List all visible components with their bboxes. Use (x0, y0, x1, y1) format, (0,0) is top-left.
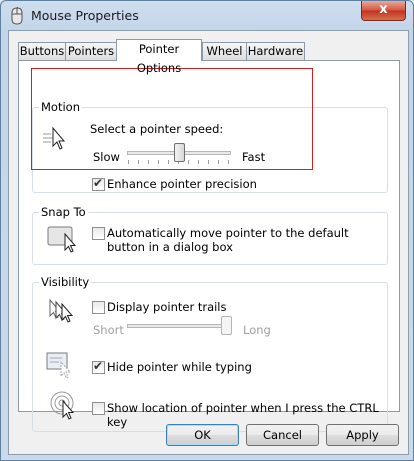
snap-to-group-label: Snap To (39, 205, 88, 219)
pointer-trails-checkbox[interactable]: ✔ (92, 301, 105, 314)
hide-pointer-checkbox[interactable]: ✔ (92, 359, 105, 374)
snap-to-checkbox[interactable]: ✔ (92, 227, 105, 240)
long-label: Long (243, 323, 271, 337)
motion-highlight-box (31, 68, 313, 170)
tab-wheel[interactable]: Wheel (202, 42, 247, 60)
snap-to-button-icon (47, 226, 77, 253)
trail-length-thumb[interactable] (221, 316, 232, 335)
enhance-precision-checkbox[interactable]: ✔ (92, 176, 105, 191)
trail-length-track (127, 324, 231, 328)
tab-hardware[interactable]: Hardware (246, 42, 305, 60)
visibility-group-label: Visibility (39, 275, 92, 289)
tab-pointer-options[interactable]: Pointer Options (116, 39, 202, 75)
show-location-checkbox[interactable]: ✔ (92, 402, 105, 415)
enhance-precision-label[interactable]: Enhance pointer precision (107, 177, 257, 191)
snap-to-label[interactable]: Automatically move pointer to the defaul… (107, 226, 377, 254)
close-icon: x (379, 2, 388, 17)
pointer-trails-icon (49, 298, 74, 323)
mouse-properties-window: Mouse Properties x Buttons Pointers Poin… (0, 0, 414, 461)
short-label: Short (93, 323, 124, 337)
pointer-location-icon (50, 391, 75, 420)
mouse-icon (11, 7, 23, 25)
pointer-trails-label[interactable]: Display pointer trails (107, 300, 227, 314)
hide-pointer-icon (46, 352, 72, 379)
close-button[interactable]: x (361, 1, 406, 21)
ok-button[interactable]: OK (166, 424, 239, 446)
tab-buttons[interactable]: Buttons (18, 42, 66, 60)
cancel-button[interactable]: Cancel (246, 424, 319, 446)
window-title: Mouse Properties (31, 8, 139, 23)
pointer-trail-length-slider[interactable] (127, 315, 232, 339)
title-bar[interactable]: Mouse Properties x (1, 1, 413, 31)
tab-pointers[interactable]: Pointers (65, 42, 117, 60)
apply-button[interactable]: Apply (326, 424, 399, 446)
hide-pointer-label[interactable]: Hide pointer while typing (107, 360, 252, 374)
